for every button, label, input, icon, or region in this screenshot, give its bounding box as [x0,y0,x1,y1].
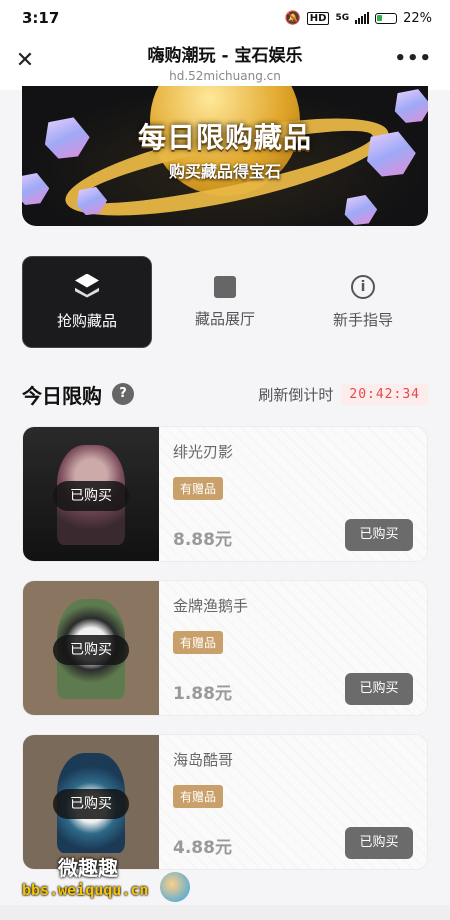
product-price: 8.88元 [173,530,232,550]
battery-icon [375,12,398,24]
product-price: 4.88元 [173,838,232,858]
product-card[interactable]: 已购买 金牌渔鹅手 有赠品 1.88元 已购买 [22,580,428,716]
product-name: 绯光刃影 [173,443,234,461]
network-label: 5G [335,13,350,23]
countdown-timer: 20:42:34 [341,383,428,405]
gem-graphic [339,189,380,226]
bought-overlay: 已购买 [53,481,129,511]
gallery-icon [214,275,236,298]
banner-subtitle: 购买藏品得宝石 [168,162,281,181]
signal-icon [355,12,370,24]
buy-button[interactable]: 已购买 [345,673,413,705]
stack-icon [72,274,102,300]
gift-badge: 有赠品 [173,631,224,654]
gift-badge: 有赠品 [173,477,224,500]
product-price: 1.88元 [173,684,232,704]
tab-gallery[interactable]: 藏品展厅 [160,256,290,348]
tab-label: 抢购藏品 [56,311,117,330]
status-time: 3:17 [22,9,60,27]
bought-overlay: 已购买 [53,789,129,819]
bottom-fade [0,905,450,920]
bought-overlay: 已购买 [53,635,129,665]
product-name: 金牌渔鹅手 [173,597,249,615]
buy-button[interactable]: 已购买 [345,827,413,859]
tab-guide[interactable]: i 新手指导 [298,256,428,348]
page-url: hd.52michuang.cn [169,69,281,83]
gift-badge: 有赠品 [173,785,224,808]
product-name: 海岛酷哥 [173,751,234,769]
tab-label: 藏品展厅 [194,309,255,328]
more-icon[interactable]: ••• [394,48,432,69]
today-section-header: 今日限购 ? 刷新倒计时 20:42:34 [22,380,428,408]
close-icon[interactable]: ✕ [12,48,38,74]
tab-flash-sale[interactable]: 抢购藏品 [22,256,152,348]
watermark-logo-icon [160,872,190,902]
watermark-url: bbs.weiququ.cn [22,881,149,899]
page-title: 嗨购潮玩 - 宝石娱乐 [147,46,303,66]
hd-badge: HD [306,11,330,25]
status-bar: 3:17 🔕 HD 5G 22% [0,0,450,36]
info-icon: i [351,274,375,299]
mute-icon: 🔕 [284,10,301,26]
battery-level: 22% [403,10,432,26]
watermark: 微趣趣 bbs.weiququ.cn [22,852,148,899]
help-icon[interactable]: ? [112,383,134,405]
buy-button[interactable]: 已购买 [345,519,413,551]
section-title: 今日限购 [22,383,102,408]
category-nav: 抢购藏品 藏品展厅 i 新手指导 [22,256,428,348]
browser-header: ✕ 嗨购潮玩 - 宝石娱乐 hd.52michuang.cn ••• [0,36,450,90]
tab-label: 新手指导 [332,310,393,329]
promo-banner[interactable]: 每日限购藏品 购买藏品得宝石 [22,86,428,226]
product-card[interactable]: 已购买 绯光刃影 有赠品 8.88元 已购买 [22,426,428,562]
banner-title: 每日限购藏品 [137,121,312,154]
status-icons: 🔕 HD 5G 22% [285,11,432,26]
countdown-label: 刷新倒计时 [258,385,334,404]
watermark-title: 微趣趣 [58,856,118,880]
product-card[interactable]: 已购买 海岛酷哥 有赠品 4.88元 已购买 [22,734,428,870]
